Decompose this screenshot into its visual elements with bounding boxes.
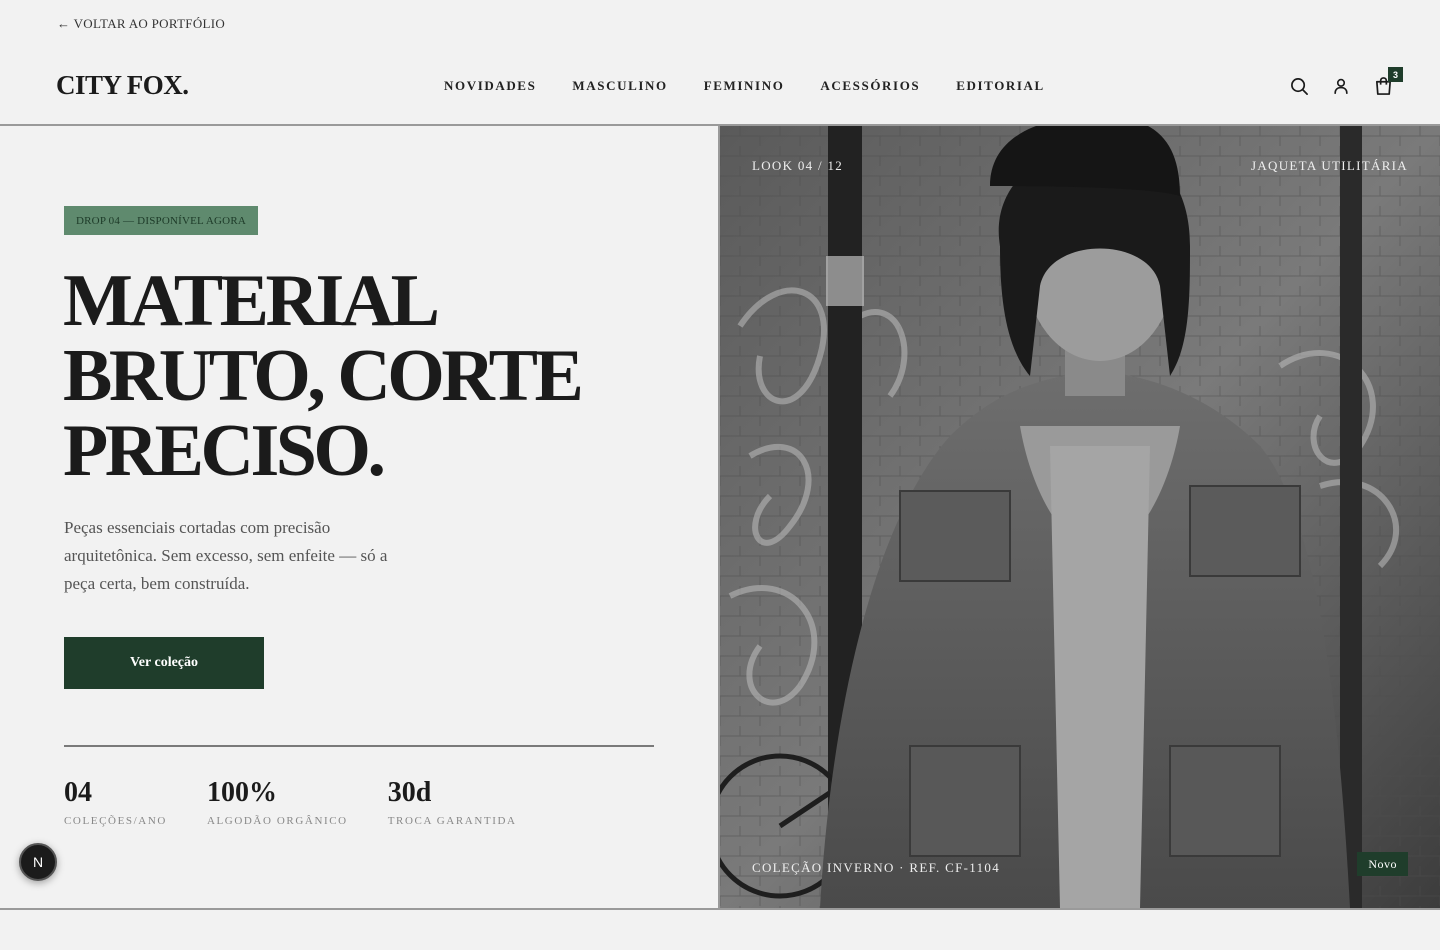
floating-action-button[interactable]: N <box>19 843 57 881</box>
headline-line-1: MATERIAL <box>63 260 440 342</box>
nav-item-novidades[interactable]: NOVIDADES <box>444 78 536 94</box>
new-badge: Novo <box>1357 852 1408 876</box>
brand-logo[interactable]: CITY FOX. <box>56 70 189 101</box>
stat-label: COLEÇÕES/ANO <box>64 815 167 827</box>
stat-cotton: 100% ALGODÃO ORGÂNICO <box>207 777 348 827</box>
stat-label: TROCA GARANTIDA <box>387 815 517 827</box>
model-photo <box>720 126 1440 908</box>
stat-value: 04 <box>64 777 92 808</box>
nav-item-editorial[interactable]: EDITORIAL <box>956 78 1045 94</box>
drop-tag: DROP 04 — DISPONÍVEL AGORA <box>64 206 259 235</box>
search-icon[interactable] <box>1288 74 1310 98</box>
hero-content: DROP 04 — DISPONÍVEL AGORA MATERIAL BRUT… <box>0 126 718 908</box>
stat-exchange: 30d TROCA GARANTIDA <box>388 777 517 827</box>
stats-row: 04 COLEÇÕES/ANO 100% ALGODÃO ORGÂNICO 30… <box>64 777 557 827</box>
back-to-portfolio-link[interactable]: ← VOLTAR AO PORTFÓLIO <box>57 16 225 32</box>
hero-headline: MATERIAL BRUTO, CORTE PRECISO. <box>63 260 584 492</box>
site-header: CITY FOX. NOVIDADES MASCULINO FEMININO A… <box>0 48 1440 124</box>
view-collection-button[interactable]: Ver coleção <box>64 637 264 689</box>
hero-description: Peças essenciais cortadas com precisão a… <box>64 518 388 593</box>
stat-collections: 04 COLEÇÕES/ANO <box>64 777 167 827</box>
nav-item-acessorios[interactable]: ACESSÓRIOS <box>820 78 920 94</box>
image-caption: COLEÇÃO INVERNO · REF. CF-1104 <box>752 860 1001 875</box>
cart-count-badge: 3 <box>1388 67 1403 82</box>
headline-line-3: PRECISO. <box>63 410 386 492</box>
stat-value: 100% <box>206 777 277 808</box>
hero-image: LOOK 04 / 12 JAQUETA UTILITÁRIA COLEÇÃO … <box>718 126 1440 908</box>
stats-divider <box>64 745 654 747</box>
nav-item-feminino[interactable]: FEMININO <box>704 78 785 94</box>
stat-label: ALGODÃO ORGÂNICO <box>206 815 348 827</box>
hero-bottom-divider <box>0 908 1440 910</box>
product-name: JAQUETA UTILITÁRIA <box>1250 158 1408 173</box>
main-nav: NOVIDADES MASCULINO FEMININO ACESSÓRIOS … <box>426 78 1063 94</box>
stat-value: 30d <box>387 777 432 808</box>
user-icon[interactable] <box>1330 74 1352 98</box>
bag-icon[interactable]: 3 <box>1372 67 1403 98</box>
headline-line-2: BRUTO, CORTE <box>63 335 584 417</box>
header-actions: 3 <box>1268 67 1403 98</box>
nav-item-masculino[interactable]: MASCULINO <box>572 78 667 94</box>
look-counter: LOOK 04 / 12 <box>752 158 844 173</box>
